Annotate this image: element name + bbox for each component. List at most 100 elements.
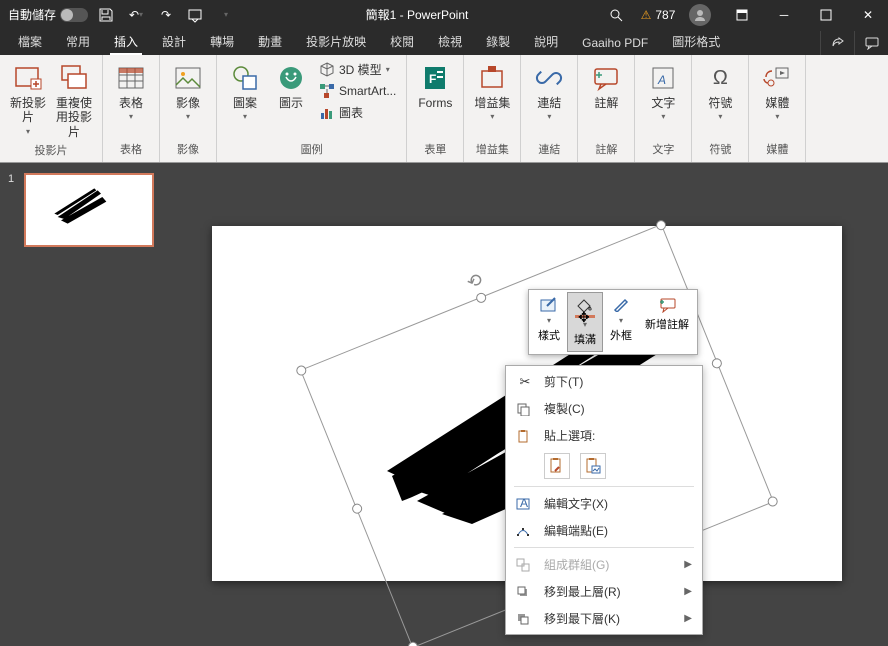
mini-style-button[interactable]: ▾ 樣式 <box>531 292 567 352</box>
autosave[interactable]: 自動儲存 <box>8 6 88 23</box>
ribbon-group-slides-label: 投影片 <box>35 142 68 161</box>
minimize-button[interactable]: ─ <box>764 0 804 29</box>
comment-button[interactable]: 註解 <box>584 59 628 113</box>
redo-icon[interactable]: ↷ <box>154 3 178 27</box>
links-button[interactable]: 連結▾ <box>527 59 571 125</box>
tab-design[interactable]: 設計 <box>150 28 198 55</box>
new-comment-icon <box>658 296 676 314</box>
tab-file[interactable]: 檔案 <box>6 28 54 55</box>
new-slide-button[interactable]: 新投影片▾ <box>6 59 50 139</box>
tab-shape-format[interactable]: 圖形格式 <box>660 28 732 55</box>
slide-canvas[interactable]: ⟲ ▾ 樣式 <box>180 163 888 646</box>
group-icon <box>516 558 534 572</box>
rotate-handle[interactable]: ⟲ <box>464 269 486 294</box>
resize-handle-r[interactable] <box>710 357 723 370</box>
mini-outline-button[interactable]: ▾ 外框 <box>603 292 639 352</box>
close-button[interactable]: ✕ <box>848 0 888 29</box>
slide-thumbnail[interactable]: 1 <box>10 173 170 247</box>
submenu-arrow-icon: ▶ <box>684 613 692 624</box>
ctx-bring-front-label: 移到最上層(R) <box>544 583 621 600</box>
ribbon-group-images-label: 影像 <box>177 141 199 160</box>
resize-handle-tl[interactable] <box>295 364 308 377</box>
ctx-send-back[interactable]: 移到最下層(K) ▶ <box>506 605 702 632</box>
symbols-button[interactable]: Ω 符號▾ <box>698 59 742 125</box>
account-button[interactable] <box>680 0 720 29</box>
search-icon[interactable] <box>596 0 636 29</box>
smartart-button[interactable]: SmartArt... <box>315 81 400 101</box>
qat-customize-icon[interactable]: ▾ <box>214 3 238 27</box>
smartart-label: SmartArt... <box>339 84 396 98</box>
ribbon-display-icon[interactable] <box>722 0 762 29</box>
maximize-button[interactable] <box>806 0 846 29</box>
icons-button[interactable]: 圖示 <box>269 59 313 113</box>
paste-icon <box>516 429 534 443</box>
tab-review[interactable]: 校閱 <box>378 28 426 55</box>
forms-button[interactable]: F Forms <box>413 59 457 113</box>
save-icon[interactable] <box>94 3 118 27</box>
fill-icon <box>577 297 593 315</box>
comment-label: 註解 <box>594 96 618 110</box>
new-slide-icon <box>12 62 44 94</box>
reuse-slides-button[interactable]: 重複使用投影片 <box>52 59 96 142</box>
resize-handle-l[interactable] <box>351 502 364 515</box>
resize-handle-t[interactable] <box>475 291 488 304</box>
resize-handle-tr[interactable] <box>655 219 668 232</box>
tab-home[interactable]: 常用 <box>54 28 102 55</box>
ctx-bring-front[interactable]: 移到最上層(R) ▶ <box>506 578 702 605</box>
icons-icon <box>275 62 307 94</box>
ctx-cut[interactable]: ✂ 剪下(T) <box>506 368 702 395</box>
autosave-toggle[interactable] <box>60 8 88 22</box>
ribbon-group-text-label: 文字 <box>652 141 674 160</box>
chart-button[interactable]: 圖表 <box>315 102 400 123</box>
resize-handle-br[interactable] <box>766 495 779 508</box>
shapes-button[interactable]: 圖案▾ <box>223 59 267 125</box>
mini-style-label: 樣式 <box>538 327 560 343</box>
text-button[interactable]: A 文字▾ <box>641 59 685 125</box>
new-slide-label: 新投影片 <box>8 96 48 125</box>
mini-fill-button[interactable]: ▾ 填滿 <box>567 292 603 352</box>
mini-toolbar: ▾ 樣式 ▾ 填滿 ▾ 外框 新增註解 <box>528 289 698 355</box>
media-button[interactable]: 媒體▾ <box>755 59 799 125</box>
symbols-label: 符號 <box>708 96 732 110</box>
ribbon-group-media: 媒體▾ 媒體 <box>749 55 806 162</box>
paste-option-theme[interactable] <box>544 453 570 479</box>
slide-thumbnails-panel[interactable]: 1 <box>0 163 180 646</box>
ctx-edit-text[interactable]: A 編輯文字(X) <box>506 490 702 517</box>
images-button[interactable]: 影像▾ <box>166 59 210 125</box>
fill-color-indicator <box>575 315 595 318</box>
paste-option-picture[interactable] <box>580 453 606 479</box>
ctx-send-back-label: 移到最下層(K) <box>544 610 620 627</box>
tab-gaaiho-pdf[interactable]: Gaaiho PDF <box>570 31 660 55</box>
ribbon-group-addins-label: 增益集 <box>476 141 509 160</box>
undo-icon[interactable]: ↶▾ <box>124 3 148 27</box>
style-icon <box>540 296 558 314</box>
addins-button[interactable]: 增益集▾ <box>470 59 514 125</box>
tab-help[interactable]: 說明 <box>522 28 570 55</box>
ribbon-group-illustrations: 圖案▾ 圖示 3D 模型▾ Smar <box>217 55 407 162</box>
ctx-copy[interactable]: 複製(C) <box>506 395 702 422</box>
mini-new-comment-button[interactable]: 新增註解 <box>639 292 695 352</box>
3d-models-button[interactable]: 3D 模型▾ <box>315 59 400 80</box>
share-button[interactable] <box>820 31 854 55</box>
ctx-edit-text-label: 編輯文字(X) <box>544 495 608 512</box>
comments-pane-button[interactable] <box>854 31 888 55</box>
ctx-edit-points[interactable]: 編輯端點(E) <box>506 517 702 544</box>
tab-animations[interactable]: 動畫 <box>246 28 294 55</box>
ctx-copy-label: 複製(C) <box>544 400 585 417</box>
ctx-paste-options-label: 貼上選項: <box>544 427 595 444</box>
tab-view[interactable]: 檢視 <box>426 28 474 55</box>
mini-outline-label: 外框 <box>610 327 632 343</box>
table-button[interactable]: 表格▾ <box>109 59 153 125</box>
warning-badge[interactable]: ⚠ 787 <box>638 0 678 29</box>
svg-text:A: A <box>657 73 666 87</box>
tab-insert[interactable]: 插入 <box>102 28 150 55</box>
tab-slideshow[interactable]: 投影片放映 <box>294 28 378 55</box>
tab-transitions[interactable]: 轉場 <box>198 28 246 55</box>
tab-recording[interactable]: 錄製 <box>474 28 522 55</box>
ribbon-group-links-label: 連結 <box>538 141 560 160</box>
start-from-beginning-icon[interactable] <box>184 3 208 27</box>
resize-handle-bl[interactable] <box>406 640 419 646</box>
ribbon-group-forms: F Forms 表單 <box>407 55 464 162</box>
chart-icon <box>319 105 335 121</box>
addins-icon <box>476 62 508 94</box>
